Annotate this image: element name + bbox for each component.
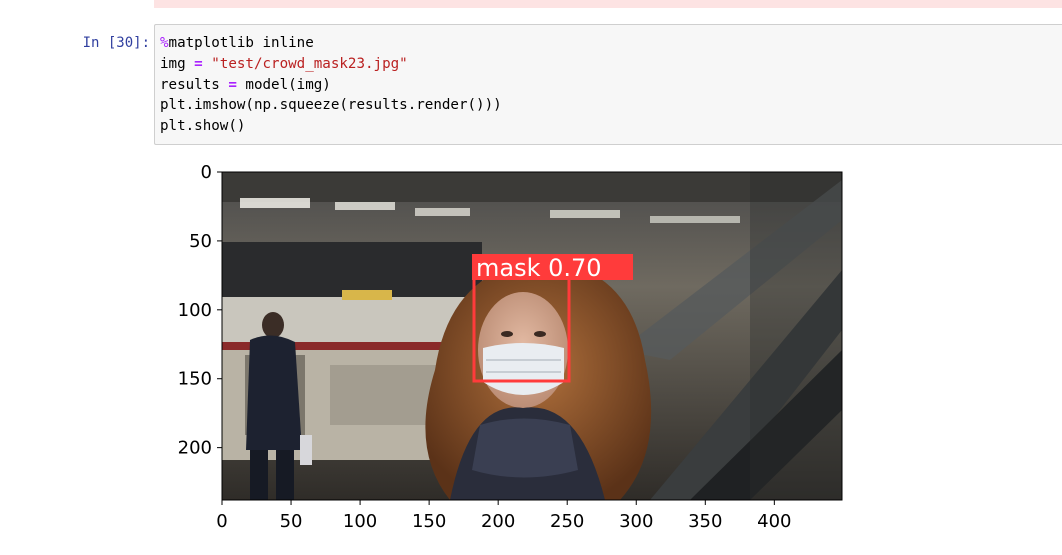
code-line-3: results = model(img) [160,75,502,96]
x-tick-label: 200 [481,511,515,532]
x-tick-label: 50 [280,511,303,532]
y-tick-label: 0 [201,162,212,183]
code-line-2: img = "test/crowd_mask23.jpg" [160,54,502,75]
x-tick-label: 100 [343,511,377,532]
plot-svg: mask 0.70 0 50 100 150 200 250 300 350 400 0 50 10… [178,162,843,532]
y-tick-label: 100 [178,300,212,321]
photo-icon [222,172,842,500]
y-axis: 0 50 100 150 200 [178,162,222,459]
x-tick-label: 350 [688,511,722,532]
x-tick-label: 300 [619,511,653,532]
code-line-5: plt.show() [160,118,246,135]
magic-symbol: % [160,35,169,51]
string-token: "test/crowd_mask23.jpg" [211,55,408,72]
y-tick-label: 50 [189,231,212,252]
x-tick-label: 400 [757,511,791,532]
output-plot: mask 0.70 0 50 100 150 200 250 300 350 400 0 50 10… [150,150,870,550]
x-tick-label: 250 [550,511,584,532]
detection-label: mask 0.70 [476,254,602,282]
y-tick-label: 200 [178,438,212,459]
y-tick-label: 150 [178,369,212,390]
code-cell-input[interactable]: %matplotlib inline img = "test/crowd_mask… [154,24,1062,145]
code-token: results [160,76,229,93]
x-axis: 0 50 100 150 200 250 300 350 400 [216,500,792,532]
notebook-page: In [30]: %matplotlib inline img = "test/c… [0,0,1062,555]
code-line-1: %matplotlib inline [160,33,502,54]
code-editor[interactable]: %matplotlib inline img = "test/crowd_mask… [160,33,502,137]
operator-token: = [194,55,203,72]
x-tick-label: 150 [412,511,446,532]
previous-output-area [154,0,1062,8]
x-tick-label: 0 [216,511,227,532]
code-line-4: plt.imshow(np.squeeze(results.render())) [160,97,502,114]
operator-token: = [228,76,237,93]
magic-command: matplotlib inline [168,35,314,51]
code-token: model(img) [236,76,331,93]
input-prompt: In [30]: [82,35,150,51]
code-token: img [160,55,195,72]
